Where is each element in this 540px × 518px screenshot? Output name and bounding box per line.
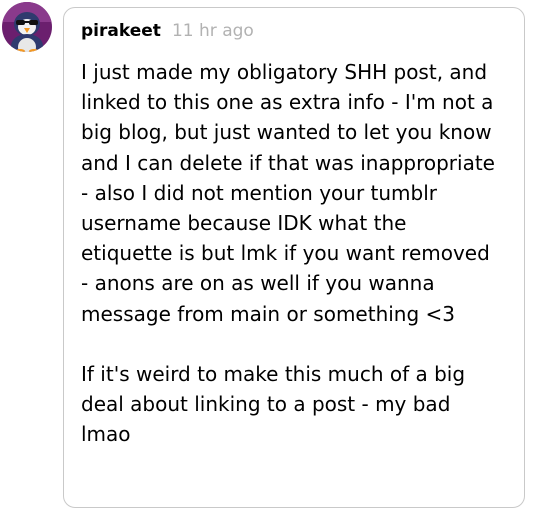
reply-line: etiquette is but lmk if you want removed	[81, 241, 490, 266]
reply-line: message from main or something <3	[81, 301, 456, 326]
reply-line: lmao	[81, 422, 131, 447]
avatar[interactable]	[2, 2, 52, 52]
reply-line: and I can delete if that was inappropria…	[81, 150, 495, 175]
reply-body: I just made my obligatory SHH post, and …	[81, 57, 517, 450]
reply-paragraph-1: I just made my obligatory SHH post, and …	[81, 57, 517, 329]
reply-line: username because IDK what the	[81, 211, 407, 236]
username-link[interactable]: pirakeet	[81, 21, 161, 41]
reply-paragraph-2: If it's weird to make this much of a big…	[81, 359, 517, 450]
reply-line: I just made my obligatory SHH post, and	[81, 60, 488, 84]
reply-line: If it's weird to make this much of a big	[81, 362, 466, 387]
reply-line: - also I did not mention your tumblr	[81, 180, 438, 205]
reply-meta: pirakeet 11 hr ago	[81, 21, 254, 41]
penguin-sunglasses-icon	[2, 2, 52, 52]
reply-line: linked to this one as extra info - I'm n…	[81, 90, 494, 115]
reply-bubble: pirakeet 11 hr ago I just made my obliga…	[63, 7, 525, 508]
reply-line: big blog, but just wanted to let you kno…	[81, 120, 492, 145]
reply-timestamp: 11 hr ago	[171, 21, 254, 41]
reply-line: deal about linking to a post - my bad	[81, 392, 451, 417]
reply-line: - anons are on as well if you wanna	[81, 271, 435, 296]
